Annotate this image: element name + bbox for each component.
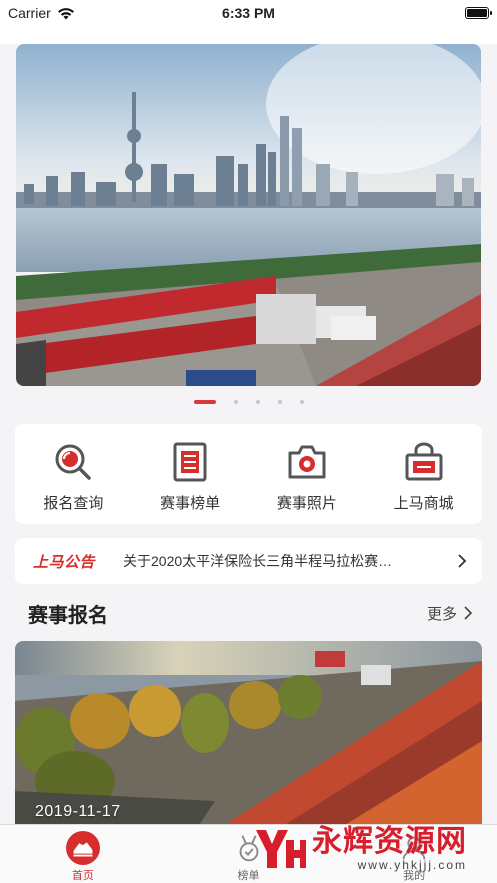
section-header-registration: 赛事报名 更多 bbox=[28, 598, 473, 628]
announcement-text: 关于2020太平洋保险长三角半程马拉松赛… bbox=[123, 553, 393, 569]
quick-action-label: 赛事榜单 bbox=[160, 495, 221, 512]
quick-action-ranking[interactable]: 赛事榜单 bbox=[132, 424, 249, 524]
event-date: 2019-11-17 bbox=[35, 803, 121, 820]
chevron-right-icon bbox=[458, 554, 467, 568]
watermark-logo-icon bbox=[256, 830, 306, 868]
carousel-dot[interactable] bbox=[299, 400, 304, 404]
quick-action-registration-query[interactable]: 报名查询 bbox=[15, 424, 132, 524]
search-icon bbox=[55, 444, 92, 480]
watermark-text: 永辉资源网 www.yhkjjj.com bbox=[312, 825, 467, 873]
announcement-logo: 上马公告 bbox=[33, 553, 96, 571]
carrier-label: Carrier bbox=[8, 5, 51, 21]
carousel-dot[interactable] bbox=[233, 400, 238, 404]
banner-image bbox=[16, 44, 481, 386]
camera-icon bbox=[288, 445, 326, 479]
more-label: 更多 bbox=[426, 605, 457, 623]
running-shoe-icon bbox=[65, 831, 100, 865]
watermark: 永辉资源网 www.yhkjjj.com bbox=[252, 826, 467, 872]
wifi-icon bbox=[57, 7, 74, 19]
quick-action-label: 赛事照片 bbox=[276, 495, 337, 512]
battery-icon bbox=[465, 7, 492, 19]
status-left: Carrier bbox=[8, 5, 75, 21]
quick-action-shop[interactable]: 上马商城 bbox=[365, 424, 482, 524]
announcement-bar[interactable]: 上马公告 关于2020太平洋保险长三角半程马拉松赛… bbox=[15, 538, 482, 584]
event-card[interactable]: 2019-11-17 bbox=[15, 641, 482, 831]
quick-actions-card: 报名查询 赛事榜单 赛事照片 上马商城 bbox=[15, 424, 482, 524]
quick-action-label: 报名查询 bbox=[43, 495, 104, 512]
watermark-url: www.yhkjjj.com bbox=[357, 858, 467, 872]
section-title: 赛事报名 bbox=[28, 604, 108, 627]
more-link[interactable]: 更多 bbox=[427, 603, 473, 624]
carousel-dot-active[interactable] bbox=[193, 400, 216, 404]
tab-label: 首页 bbox=[71, 870, 94, 882]
banner-carousel[interactable] bbox=[16, 44, 481, 386]
top-padding bbox=[0, 26, 497, 44]
watermark-title: 永辉资源网 bbox=[312, 825, 467, 858]
chevron-right-icon bbox=[464, 606, 473, 620]
ranking-list-icon bbox=[173, 442, 207, 482]
carousel-dot[interactable] bbox=[277, 400, 282, 404]
tab-home[interactable]: 首页 bbox=[0, 825, 166, 883]
quick-action-label: 上马商城 bbox=[393, 495, 454, 512]
shop-basket-icon bbox=[405, 442, 443, 481]
carousel-dot[interactable] bbox=[255, 400, 260, 404]
quick-action-photos[interactable]: 赛事照片 bbox=[249, 424, 366, 524]
status-bar: Carrier 6:33 PM bbox=[0, 0, 497, 26]
carousel-indicator bbox=[0, 400, 497, 404]
